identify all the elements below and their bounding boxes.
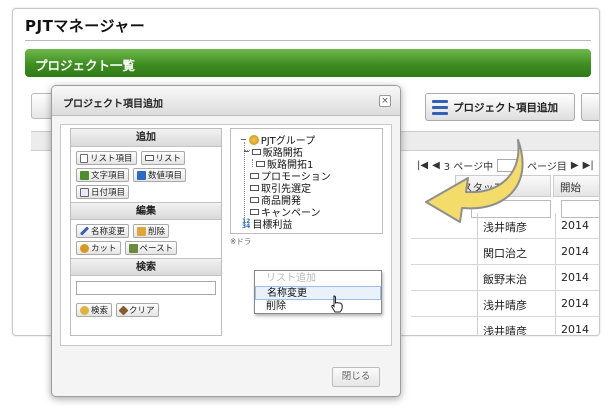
- dialog-titlebar: プロジェクト項目追加 ×: [52, 86, 400, 116]
- start-cell: 2014: [561, 297, 589, 310]
- curved-arrow-icon: [425, 139, 524, 223]
- group-icon: [248, 134, 259, 145]
- list-icon: [250, 172, 259, 179]
- text-item-label: 文字項目: [91, 171, 126, 181]
- cut-button[interactable]: カット: [76, 241, 121, 255]
- pager-last-icon[interactable]: ▶|: [583, 160, 594, 171]
- column-header-start[interactable]: 開始: [553, 175, 599, 197]
- text-item-button[interactable]: 文字項目: [76, 168, 130, 182]
- staff-cell: 浅井晴彦: [483, 299, 527, 312]
- clipboard-icon: [128, 243, 138, 253]
- search-buttons: 検索 クリア: [71, 299, 221, 320]
- table-row[interactable]: 浅井晴彦 2014: [411, 317, 599, 336]
- clear-label: クリア: [129, 306, 155, 316]
- start-cell: 2014: [561, 245, 589, 258]
- project-item-dialog: プロジェクト項目追加 × 追加 リスト項目 リスト 文字項目 数値項目 日付項目…: [51, 85, 401, 397]
- start-cell: 2014: [561, 219, 589, 232]
- number-icon: 12 34: [242, 217, 251, 230]
- project-tree: − PJTグループ − 販路開拓 販路開拓1 プロモーション 取引先選定 商品開…: [230, 128, 383, 234]
- date-item-label: 日付項目: [91, 188, 126, 198]
- drag-note: ※ドラ: [230, 237, 252, 246]
- staff-cell: 関口治之: [483, 247, 527, 260]
- table-row[interactable]: 関口治之 2014: [411, 239, 599, 265]
- staff-cell: 浅井晴彦: [483, 325, 527, 336]
- list-item-button[interactable]: リスト項目: [76, 151, 137, 165]
- table-row[interactable]: 浅井晴彦 2014: [411, 291, 599, 317]
- toolbar-right-button[interactable]: [581, 93, 599, 121]
- section-edit-header: 編集: [71, 202, 221, 220]
- calendar-icon: [80, 187, 89, 197]
- hand-cursor-icon: [331, 295, 343, 313]
- context-rename[interactable]: 名称変更: [255, 286, 381, 300]
- app-title: PJTマネージャー: [25, 17, 146, 35]
- add-buttons: リスト項目 リスト 文字項目 数値項目 日付項目: [71, 147, 221, 202]
- search-input[interactable]: [76, 281, 216, 295]
- section-add-header: 追加: [71, 129, 221, 147]
- list-item-label: リスト項目: [90, 154, 133, 164]
- document-icon: [80, 153, 88, 163]
- page-title: プロジェクト一覧: [35, 58, 136, 73]
- add-project-item-button[interactable]: プロジェクト項目追加: [425, 93, 575, 121]
- rename-label: 名称変更: [91, 227, 126, 237]
- close-button[interactable]: 閉じる: [332, 367, 380, 387]
- list-icon: [250, 208, 259, 215]
- paste-label: ペースト: [139, 244, 174, 254]
- clear-button[interactable]: クリア: [116, 303, 159, 317]
- cut-label: カット: [91, 244, 117, 254]
- list-label: リスト: [155, 154, 182, 164]
- scissors-icon: [80, 243, 89, 253]
- trash-icon: [137, 226, 147, 236]
- staff-cell: 飯野末治: [483, 273, 527, 286]
- title-divider: [25, 40, 591, 41]
- close-icon[interactable]: ×: [379, 95, 391, 107]
- dialog-body: 追加 リスト項目 リスト 文字項目 数値項目 日付項目 編集 名称変更 削除 カ…: [60, 124, 392, 346]
- number-item-label: 数値項目: [148, 171, 183, 181]
- table-row[interactable]: 飯野末治 2014: [411, 265, 599, 291]
- search-button[interactable]: 検索: [76, 303, 113, 317]
- context-add-list: リスト追加: [266, 273, 316, 284]
- search-label: 検索: [91, 306, 109, 316]
- page-header-bar: プロジェクト一覧: [25, 49, 591, 77]
- dialog-title: プロジェクト項目追加: [63, 99, 163, 110]
- list-icon: [250, 196, 259, 203]
- list-button[interactable]: リスト: [140, 151, 186, 165]
- add-project-item-label: プロジェクト項目追加: [453, 101, 558, 114]
- paste-button[interactable]: ペースト: [124, 241, 178, 255]
- search-icon: [80, 305, 89, 315]
- pencil-icon: [79, 226, 90, 236]
- tree-node-target-profit[interactable]: 12 34 目標利益: [242, 216, 292, 231]
- eraser-icon: [118, 305, 129, 315]
- number-icon: [137, 170, 147, 180]
- context-delete[interactable]: 削除: [255, 300, 381, 314]
- section-search-header: 検索: [71, 258, 221, 276]
- column-start-label: 開始: [560, 182, 581, 194]
- list-icon: [250, 184, 259, 191]
- control-panel: 追加 リスト項目 リスト 文字項目 数値項目 日付項目 編集 名称変更 削除 カ…: [70, 128, 222, 336]
- number-item-button[interactable]: 数値項目: [133, 168, 187, 182]
- delete-button[interactable]: 削除: [133, 224, 170, 238]
- text-icon: [80, 170, 89, 180]
- rename-button[interactable]: 名称変更: [76, 224, 130, 238]
- edit-buttons: 名称変更 削除 カット ペースト: [71, 220, 221, 258]
- list-icon: [432, 99, 448, 115]
- list-icon: [256, 160, 265, 167]
- start-cell: 2014: [561, 271, 589, 284]
- context-menu: リスト追加 名称変更 削除: [254, 270, 382, 314]
- folder-icon: [144, 155, 154, 161]
- delete-label: 削除: [148, 227, 166, 237]
- list-icon: [251, 148, 261, 155]
- date-item-button[interactable]: 日付項目: [76, 185, 130, 199]
- tree-item-label: 目標利益: [252, 220, 293, 231]
- start-cell: 2014: [561, 323, 589, 336]
- pager-next-icon[interactable]: ▶: [571, 160, 579, 171]
